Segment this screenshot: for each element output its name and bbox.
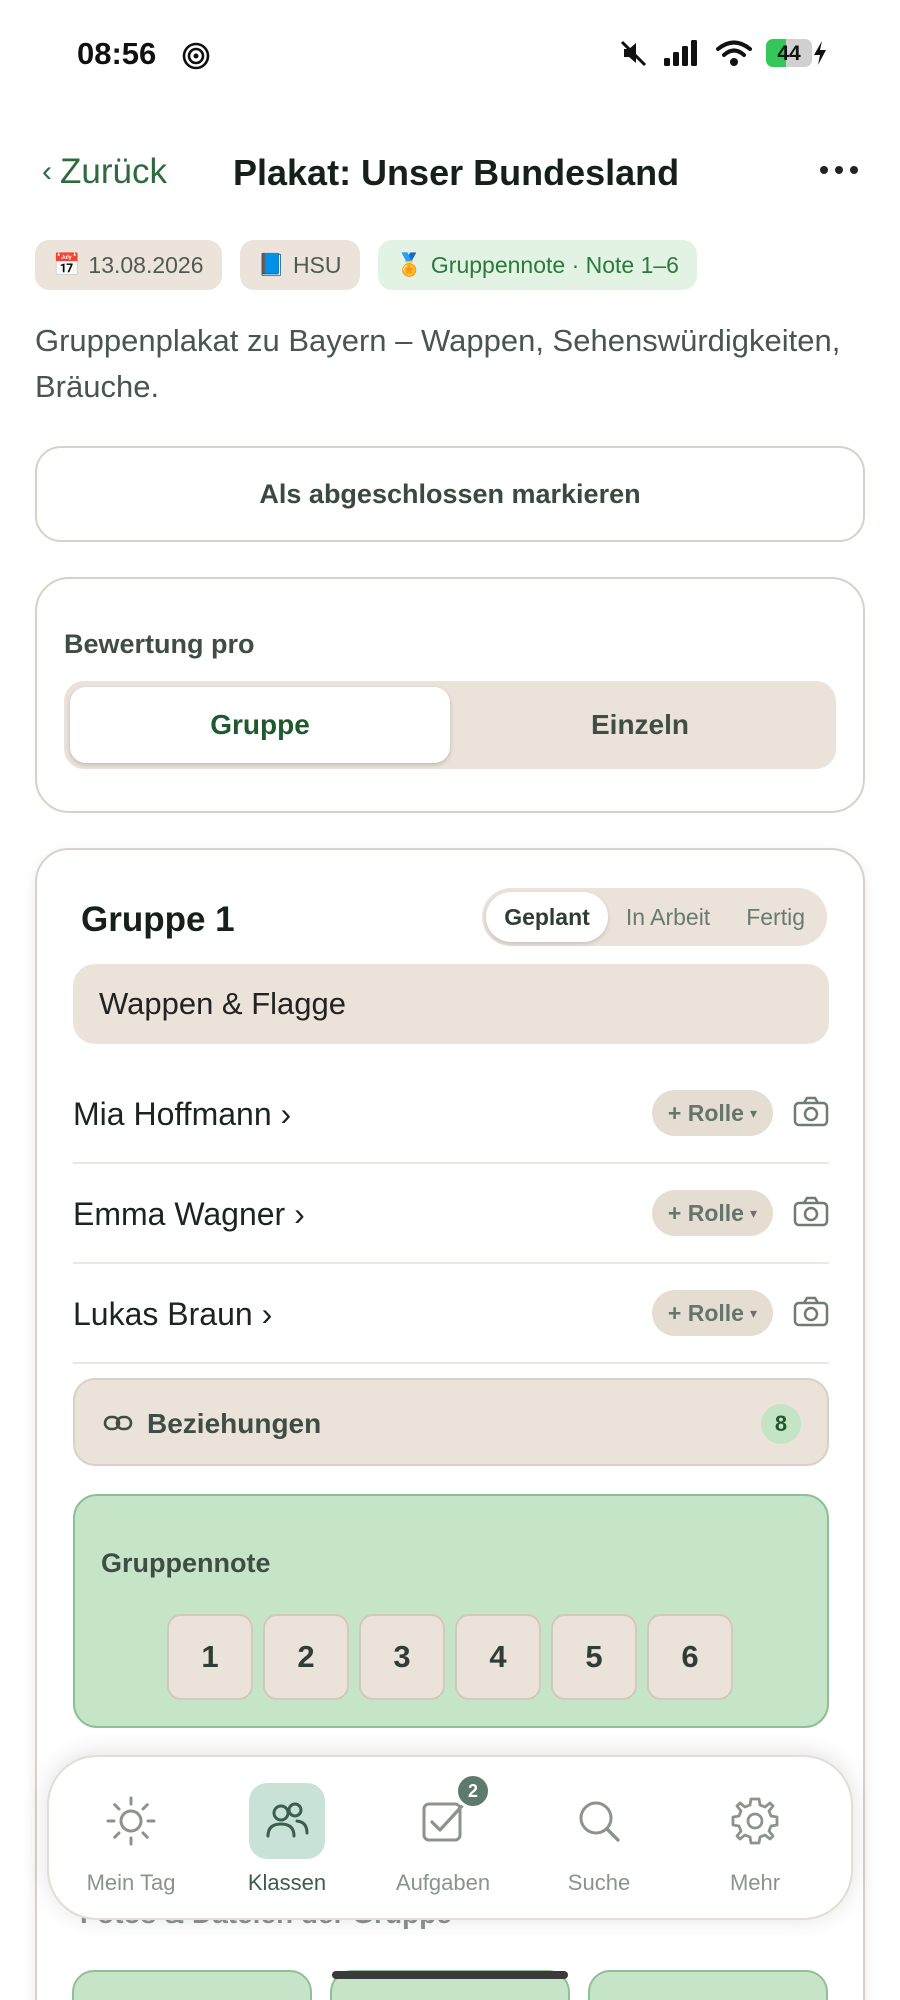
add-role-button[interactable]: + Rolle ▾ (651, 1190, 773, 1236)
link-icon (103, 1415, 133, 1431)
date-chip-label: 13.08.2026 (88, 251, 204, 278)
book-icon: 📘 (257, 252, 285, 277)
task-description: Gruppenplakat zu Bayern – Wappen, Sehens… (35, 323, 841, 404)
tab-suche[interactable]: Suche (521, 1757, 677, 1922)
add-role-button[interactable]: + Rolle ▾ (651, 1290, 773, 1336)
mark-complete-button[interactable]: Als abgeschlossen markieren (35, 446, 865, 542)
status-done[interactable]: Fertig (728, 892, 823, 942)
gear-icon (731, 1797, 779, 1845)
dot-icon (835, 166, 843, 174)
home-indicator (332, 1971, 568, 1979)
chevron-left-icon: ‹ (42, 155, 52, 188)
file-action-button[interactable] (72, 1970, 312, 2000)
meta-chips: 📅 13.08.2026 📘 HSU 🏅 Gruppennote · Note … (35, 240, 697, 290)
nav-header: ‹ Zurück Plakat: Unser Bundesland (0, 140, 900, 200)
grade-option-6[interactable]: 6 (647, 1614, 733, 1700)
camera-icon[interactable] (793, 1096, 829, 1128)
battery-level: 44 (777, 42, 801, 65)
grade-option-1[interactable]: 1 (167, 1614, 253, 1700)
add-role-label: + Rolle (667, 1199, 744, 1226)
subject-chip: 📘 HSU (239, 240, 360, 290)
status-bar: 08:56 44 (0, 0, 900, 110)
grading-mode-card: Bewertung pro Gruppe Einzeln (35, 577, 865, 813)
grading-mode-individual[interactable]: Einzeln (450, 687, 830, 763)
camera-icon[interactable] (793, 1196, 829, 1228)
member-name[interactable]: Emma Wagner › (73, 1196, 305, 1233)
battery-indicator: 44 (766, 39, 828, 67)
focus-mode-icon (182, 42, 210, 70)
add-role-button[interactable]: + Rolle ▾ (651, 1090, 773, 1136)
tab-label: Aufgaben (395, 1870, 491, 1895)
tab-mehr[interactable]: Mehr (677, 1757, 833, 1922)
member-row[interactable]: Lukas Braun › + Rolle ▾ (73, 1264, 829, 1364)
grading-chip: 🏅 Gruppennote · Note 1–6 (377, 240, 697, 290)
group-status-segmented-control: Geplant In Arbeit Fertig (482, 888, 827, 946)
date-chip: 📅 13.08.2026 (35, 240, 222, 290)
tab-klassen[interactable]: Klassen (209, 1757, 365, 1922)
tasks-count-badge: 2 (455, 1773, 491, 1809)
tab-aufgaben[interactable]: 2 Aufgaben (365, 1757, 521, 1922)
dot-icon (850, 166, 858, 174)
tab-mein-tag[interactable]: Mein Tag (53, 1757, 209, 1922)
add-role-label: + Rolle (667, 1299, 744, 1326)
grading-chip-label: Gruppennote · Note 1–6 (430, 251, 679, 278)
back-button[interactable]: ‹ Zurück (42, 152, 167, 192)
tab-label: Klassen (247, 1870, 327, 1895)
member-row[interactable]: Mia Hoffmann › + Rolle ▾ (73, 1064, 829, 1164)
add-role-label: + Rolle (667, 1099, 744, 1126)
camera-icon[interactable] (793, 1296, 829, 1328)
grade-option-5[interactable]: 5 (551, 1614, 637, 1700)
back-label: Zurück (60, 152, 167, 191)
tab-icon-wrap (93, 1783, 169, 1859)
tab-label: Suche (567, 1870, 631, 1895)
tab-icon-wrap (717, 1783, 793, 1859)
charging-icon (814, 41, 826, 65)
grade-options: 1 2 3 4 5 6 (167, 1614, 733, 1700)
dot-icon (820, 166, 828, 174)
tab-label: Mein Tag (86, 1870, 176, 1895)
subject-chip-label: HSU (292, 251, 342, 278)
mute-icon (620, 40, 647, 67)
bottom-tab-bar: Mein Tag Klassen 2 Aufgaben Suche Mehr (47, 1755, 853, 1920)
grade-option-4[interactable]: 4 (455, 1614, 541, 1700)
calendar-icon: 📅 (53, 252, 81, 277)
status-in-progress[interactable]: In Arbeit (608, 892, 728, 942)
relations-count-badge: 8 (761, 1404, 801, 1444)
group-topic-field[interactable]: Wappen & Flagge (73, 964, 829, 1044)
tab-label: Mehr (729, 1870, 781, 1895)
status-right: 44 (618, 38, 828, 68)
medal-icon: 🏅 (395, 252, 423, 277)
group-grade-panel: Gruppennote 1 2 3 4 5 6 (73, 1494, 829, 1728)
member-row[interactable]: Emma Wagner › + Rolle ▾ (73, 1164, 829, 1264)
status-planned[interactable]: Geplant (486, 892, 608, 942)
relations-button[interactable]: Beziehungen 8 (73, 1378, 829, 1466)
grading-mode-segmented-control: Gruppe Einzeln (64, 681, 836, 769)
grading-mode-group[interactable]: Gruppe (70, 687, 450, 763)
caret-down-icon: ▾ (749, 1204, 757, 1221)
tab-icon-wrap (249, 1783, 325, 1859)
more-options-button[interactable] (820, 166, 858, 174)
grade-option-2[interactable]: 2 (263, 1614, 349, 1700)
sun-icon (106, 1796, 156, 1846)
signal-icon (664, 40, 697, 66)
status-time: 08:56 (77, 36, 157, 71)
group-title: Gruppe 1 (81, 900, 235, 939)
tab-icon-wrap (561, 1783, 637, 1859)
relations-label: Beziehungen (147, 1408, 322, 1439)
caret-down-icon: ▾ (749, 1304, 757, 1321)
grade-option-3[interactable]: 3 (359, 1614, 445, 1700)
grading-mode-label: Bewertung pro (64, 629, 255, 659)
wifi-icon (716, 40, 752, 66)
member-name[interactable]: Mia Hoffmann › (73, 1096, 291, 1133)
page-title: Plakat: Unser Bundesland (233, 152, 680, 193)
caret-down-icon: ▾ (749, 1104, 757, 1121)
users-icon (266, 1802, 309, 1838)
group-grade-label: Gruppennote (101, 1548, 271, 1578)
member-name[interactable]: Lukas Braun › (73, 1296, 272, 1333)
file-action-button[interactable] (588, 1970, 828, 2000)
search-icon (579, 1801, 620, 1842)
